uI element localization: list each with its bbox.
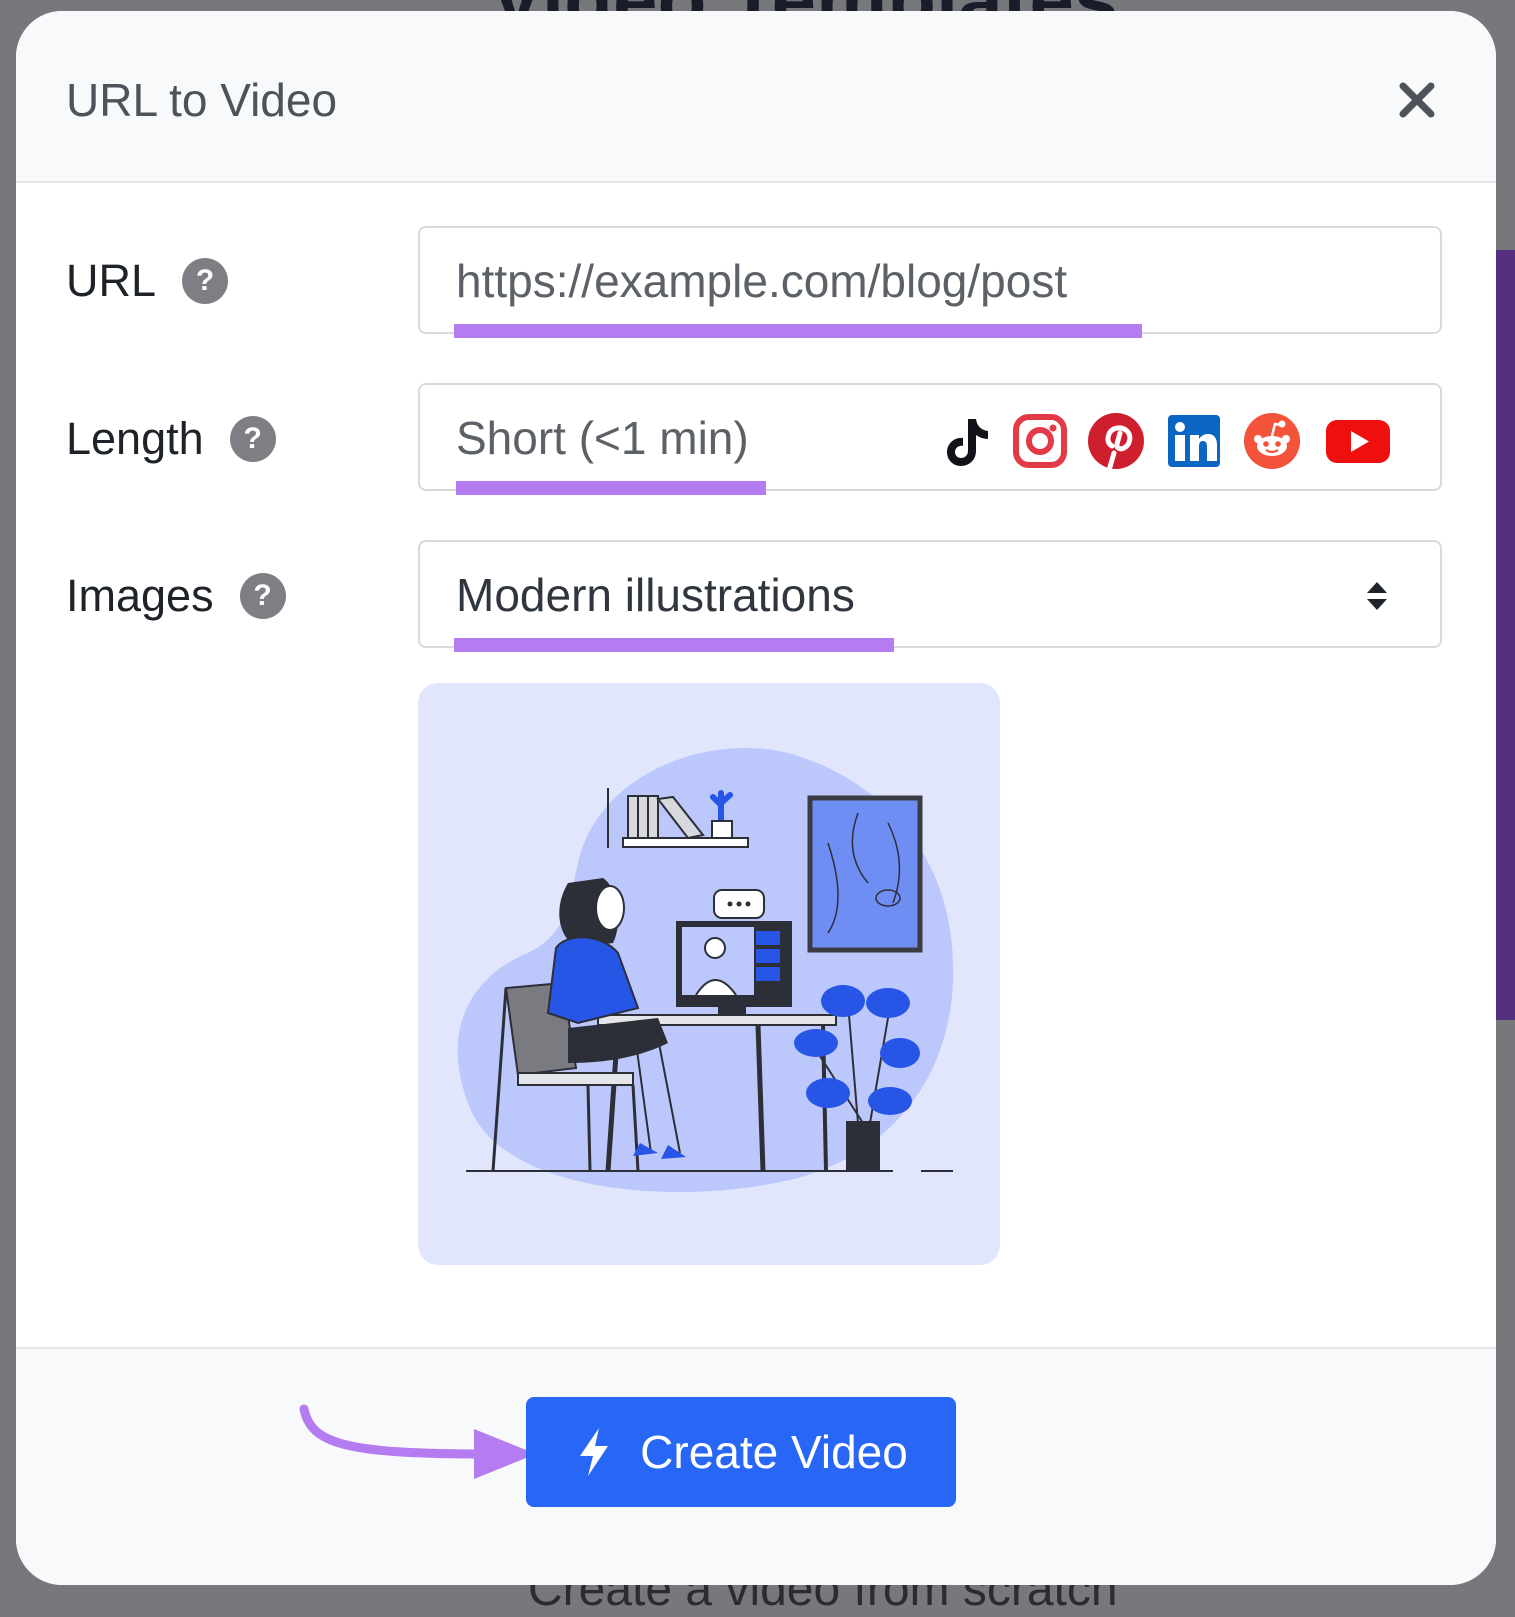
images-label: Images: [66, 570, 214, 621]
length-label-row: Length ?: [66, 409, 276, 469]
images-select[interactable]: Modern illustrations: [418, 540, 1442, 652]
length-label: Length: [66, 413, 204, 464]
youtube-icon: [1326, 420, 1390, 463]
length-highlight: [456, 481, 766, 495]
modal-title: URL to Video: [66, 74, 338, 126]
lightning-bolt-icon: [580, 1428, 609, 1476]
pointer-arrow-icon: [299, 1404, 536, 1479]
image-style-preview[interactable]: [418, 683, 1000, 1265]
modern-illustration: [457, 747, 954, 1193]
create-video-label: Create Video: [640, 1426, 908, 1478]
tiktok-icon: [947, 419, 988, 466]
images-help-icon[interactable]: ?: [239, 573, 286, 619]
url-input[interactable]: https://example.com/blog/post: [418, 226, 1442, 338]
modal-header: URL to Video: [16, 11, 1496, 183]
images-label-row: Images ?: [66, 566, 286, 626]
reddit-icon: [1244, 413, 1300, 469]
url-label-row: URL ?: [66, 251, 229, 311]
url-highlight: [454, 324, 1142, 338]
url-to-video-modal: URL to Video URL ? https://example.com/b…: [16, 11, 1496, 1585]
images-select-value: Modern illustrations: [456, 569, 855, 621]
length-select[interactable]: Short (<1 min): [418, 383, 1442, 495]
instagram-icon: [1013, 414, 1067, 468]
url-input-value: https://example.com/blog/post: [456, 255, 1068, 307]
create-video-button[interactable]: Create Video: [526, 1397, 956, 1507]
select-arrows-icon: [1367, 582, 1387, 610]
modal-footer: Create Video: [16, 1347, 1496, 1585]
linkedin-icon: [1168, 415, 1220, 467]
close-icon[interactable]: [1398, 81, 1436, 119]
url-label: URL: [66, 255, 157, 306]
length-select-value: Short (<1 min): [456, 412, 749, 464]
length-help-icon[interactable]: ?: [229, 416, 276, 462]
images-highlight: [454, 638, 894, 652]
url-help-icon[interactable]: ?: [182, 258, 229, 304]
pinterest-icon: [1088, 413, 1144, 469]
